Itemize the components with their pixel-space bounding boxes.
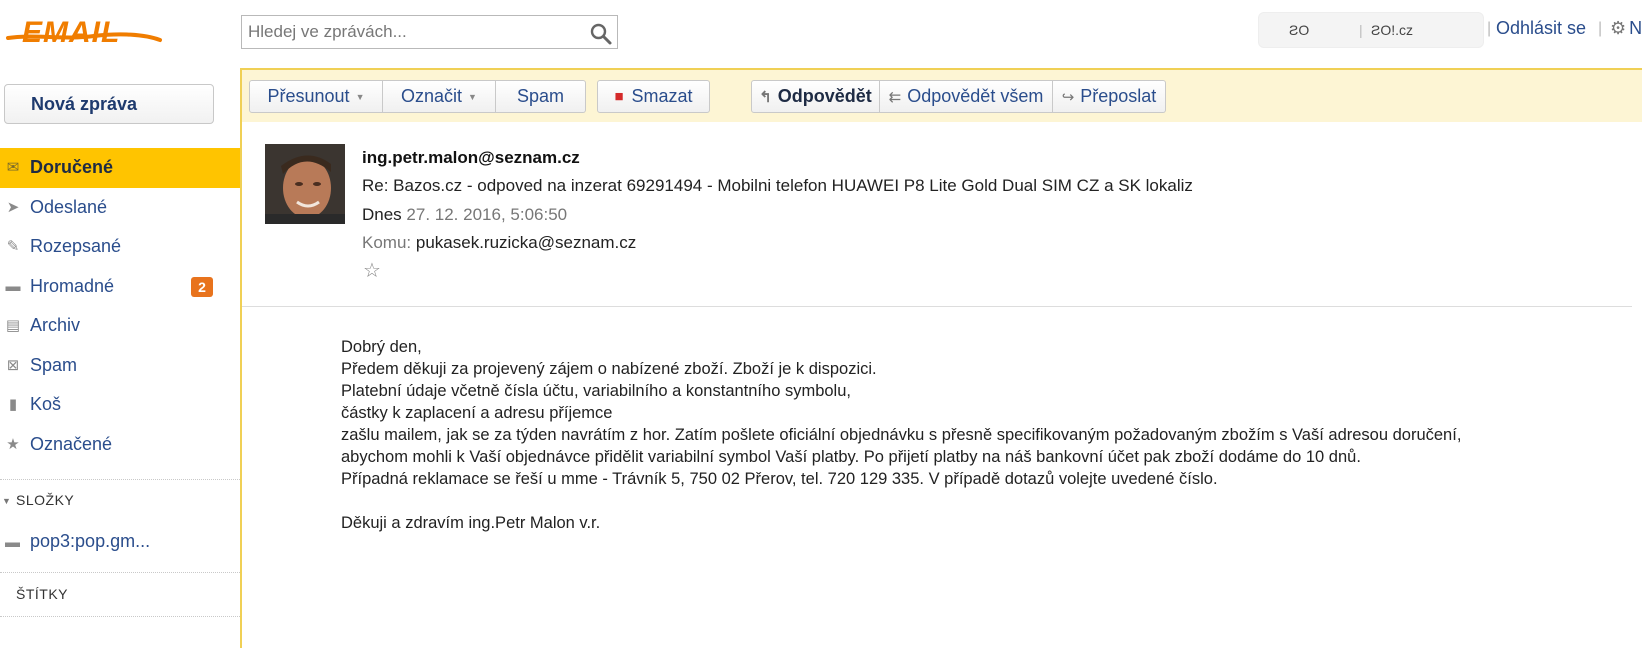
trash-icon: ■ [614,88,624,105]
reply-all-icon: ⇇ [888,88,902,106]
message-pane: Přesunout ▼ Označit ▼ Spam ■ Smazat ↰ Odpově… [240,68,1642,648]
sidebar-item-drafts[interactable]: ✎ Rozepsané [0,227,240,267]
mark-button[interactable]: Označit ▼ [383,80,496,113]
sidebar-item-trash[interactable]: ▮ Koš [0,385,240,425]
gear-icon: ⚙ [1610,18,1627,38]
envelope-icon: ✉ [6,159,20,176]
sidebar-item-custom-folder[interactable]: ▬ pop3:pop.gm... [0,526,240,556]
sidebar-item-bulk[interactable]: ▬ Hromadné 2 [0,267,240,307]
archive-icon: ▤ [5,317,21,334]
header-separator: | [1487,20,1492,37]
search-input[interactable] [242,16,572,48]
sidebar-item-label: Spam [30,354,78,375]
unread-count-badge: 2 [191,276,213,297]
header-body-divider [242,306,1632,307]
body-line: Dobrý den, [341,338,422,356]
mark-button-label: Označit [401,86,463,106]
sidebar-item-label: Koš [30,394,62,415]
chevron-down-icon: ▼ [468,91,477,102]
spam-folder-icon: ⊠ [6,356,20,374]
folder-icon: ▬ [5,277,21,295]
sidebar: Nová zpráva ✉ Doručené ➤ Odeslané ✎ Roze… [0,66,240,648]
header-separator: | [1598,20,1603,37]
user-separator: | [1359,22,1363,38]
body-line: Předem děkuji za projevený zájem o nabíz… [341,360,877,378]
header: EMAIL ƧO | ƧO!.cz | Odhlásit se | ⚙Na [0,0,1642,66]
sender-email[interactable]: ing.petr.malon@seznam.cz [362,148,580,168]
trash-icon: ▮ [8,396,18,413]
folders-section-title[interactable]: SLOŽKY [16,492,74,508]
message-date: 27. 12. 2016, 5:06:50 [406,205,568,224]
body-line: částky k zaplacení a adresu příjemce [341,404,613,422]
settings-link[interactable]: ⚙Na [1610,18,1642,39]
avatar-photo [265,144,345,224]
delete-button[interactable]: ■ Smazat [597,80,710,113]
sidebar-item-label: Rozepsané [30,236,122,257]
email-logo[interactable]: EMAIL [4,12,164,52]
sidebar-item-flagged[interactable]: ★ Označené [0,425,240,465]
sidebar-item-label: Archiv [30,315,81,336]
body-line: Děkuji a zdravím ing.Petr Malon v.r. [341,514,601,532]
body-line: zašlu mailem, jak se za týden navrátím z… [341,426,1462,444]
body-line: abychom mohli k Vaší objednávce přidělit… [341,448,1361,466]
sidebar-item-sent[interactable]: ➤ Odeslané [0,188,240,228]
compose-button[interactable]: Nová zpráva [4,84,214,124]
user-name-fragment: ƧO [1289,22,1310,38]
reply-button[interactable]: ↰ Odpovědět [751,80,880,113]
sidebar-item-label: Doručené [30,157,114,178]
logout-link[interactable]: Odhlásit se [1496,18,1586,39]
message-body: Dobrý den, Předem děkuji za projevený zá… [341,336,1621,534]
search-box[interactable] [241,15,618,49]
reply-button-label: Odpovědět [777,86,872,106]
star-toggle-icon[interactable]: ☆ [363,258,381,283]
folder-list: ✉ Doručené ➤ Odeslané ✎ Rozepsané ▬ Hrom… [0,148,240,464]
user-email-fragment: ƧO!.cz [1371,22,1414,38]
sidebar-divider [0,572,240,573]
forward-button[interactable]: ↪ Přeposlat [1053,80,1166,113]
sidebar-item-archive[interactable]: ▤ Archiv [0,306,240,346]
body-line: Platební údaje včetně čísla účtu, variab… [341,382,851,400]
collapse-caret-icon[interactable]: ▼ [2,496,11,506]
folder-icon: ▬ [5,534,20,551]
sidebar-item-label: Odeslané [30,196,108,217]
body-line [341,490,1621,512]
sidebar-item-label: Označené [30,433,113,454]
sidebar-item-label: Hromadné [30,275,115,296]
search-icon[interactable] [589,22,613,46]
email-logo-graphic: EMAIL [6,16,162,49]
message-toolbar: Přesunout ▼ Označit ▼ Spam ■ Smazat ↰ Odpově… [242,70,1642,122]
star-icon: ★ [6,435,20,453]
reply-icon: ↰ [759,88,772,106]
sender-avatar [265,144,345,224]
sidebar-divider [0,479,240,480]
settings-label: Na [1629,18,1642,38]
message-subject: Re: Bazos.cz - odpoved na inzerat 692914… [362,176,1193,195]
body-line: Případná reklamace se řeší u mme - Trávn… [341,470,1218,488]
recipient-email[interactable]: pukasek.ruzicka@seznam.cz [416,233,636,252]
spam-button-label: Spam [516,86,565,106]
date-prefix: Dnes [362,205,402,224]
paper-plane-icon: ➤ [6,198,20,216]
move-button[interactable]: Přesunout ▼ [249,80,383,113]
recipient-prefix: Komu: [362,233,412,252]
tags-section-title[interactable]: ŠTÍTKY [16,586,68,602]
message-header: ing.petr.malon@seznam.cz Re: Bazos.cz - … [242,122,1642,354]
spam-button[interactable]: Spam [496,80,586,113]
recipient-line: Komu: pukasek.ruzicka@seznam.cz [362,233,636,253]
forward-icon: ↪ [1061,88,1075,106]
forward-button-label: Přeposlat [1080,86,1157,106]
edit-icon: ✎ [6,238,20,255]
sidebar-item-spam[interactable]: ⊠ Spam [0,346,240,386]
sidebar-item-label: pop3:pop.gm... [30,530,151,551]
delete-button-label: Smazat [631,86,693,106]
reply-all-button-label: Odpovědět všem [907,86,1044,106]
sidebar-item-inbox[interactable]: ✉ Doručené [0,148,240,188]
chevron-down-icon: ▼ [355,91,365,102]
message-date-line: Dnes 27. 12. 2016, 5:06:50 [362,205,567,225]
reply-all-button[interactable]: ⇇ Odpovědět všem [880,80,1053,113]
svg-text:EMAIL: EMAIL [22,16,120,49]
move-button-label: Přesunout [267,86,350,106]
user-account-box[interactable]: ƧO | ƧO!.cz [1258,12,1484,48]
sidebar-divider [0,616,240,617]
